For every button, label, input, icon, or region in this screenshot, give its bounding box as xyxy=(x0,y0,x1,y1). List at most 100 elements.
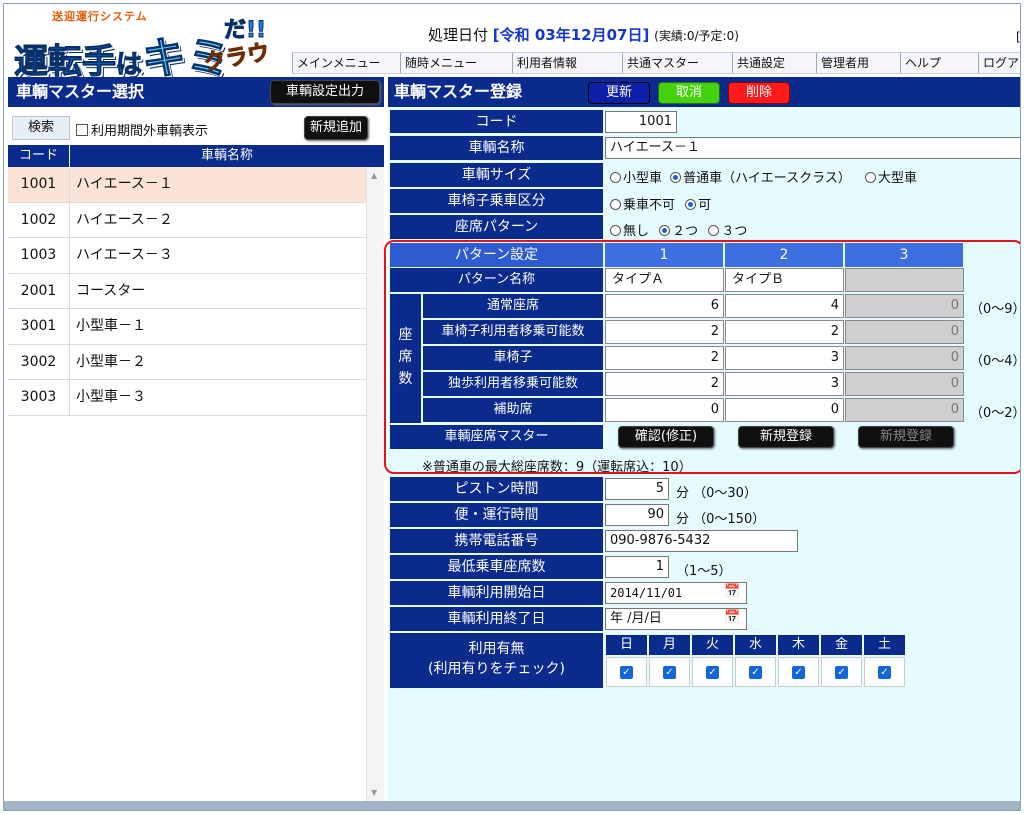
pattern-col-1: 1 xyxy=(605,243,723,267)
vehicle-row[interactable]: 2001 コースター xyxy=(8,273,370,309)
calendar-icon[interactable]: 📅 xyxy=(724,610,740,625)
day-sat-checkbox[interactable]: ✓ xyxy=(864,657,905,687)
show-out-of-period-option[interactable]: 利用期間外車輌表示 xyxy=(76,120,208,139)
normal-seat-2-input[interactable]: 4 xyxy=(725,294,844,318)
seat-master-label: 車輌座席マスター xyxy=(390,425,603,449)
seat-pattern-two[interactable]: ２つ xyxy=(659,224,698,239)
new-register-button-2[interactable]: 新規登録 xyxy=(738,426,834,448)
app-window: 送迎運行システム 運転手はキミ だ!! クラウド 処理日付 [令和 03年12月… xyxy=(3,3,1021,811)
max-seat-note: ※普通車の最大総座席数：9（運転席込：10） xyxy=(422,460,692,475)
normal-seat-1-input[interactable]: 6 xyxy=(605,294,724,318)
menu-help[interactable]: ヘルプ xyxy=(900,53,978,73)
aux-seat-range: （0～2） xyxy=(970,406,1021,421)
day-tue-checkbox[interactable]: ✓ xyxy=(692,657,733,687)
aux-seat-3-input: 0 xyxy=(845,398,964,422)
col-name: 車輌名称 xyxy=(200,148,253,163)
update-button[interactable]: 更新 xyxy=(588,82,650,104)
normal-seat-label: 通常座席 xyxy=(423,294,603,318)
run-time-input[interactable]: 90 xyxy=(605,504,669,526)
scroll-down-icon[interactable]: ▼ xyxy=(371,788,377,797)
aux-seat-2-input[interactable]: 0 xyxy=(725,398,844,422)
aux-seat-label: 補助席 xyxy=(423,398,603,422)
calendar-icon[interactable]: 📅 xyxy=(724,584,740,599)
check-icon[interactable]: ✓ xyxy=(749,666,762,679)
pattern-name-2-input[interactable]: タイプＢ xyxy=(725,268,844,292)
vehicle-list: 1001 ハイエース－１ 1002 ハイエース－２ 1003 ハイエース－３ 2001… xyxy=(8,167,370,416)
vehicle-row[interactable]: 3002 小型車－２ xyxy=(8,344,370,380)
size-option-small[interactable]: 小型車 xyxy=(610,171,662,186)
wheelchair-seat-2-input[interactable]: 3 xyxy=(725,346,844,370)
day-sun-checkbox[interactable]: ✓ xyxy=(606,657,647,687)
main-menubar: メインメニュー 随時メニュー 利用者情報 共通マスター 共通設定 管理者用 ヘル… xyxy=(292,52,1020,74)
day-wed-checkbox[interactable]: ✓ xyxy=(735,657,776,687)
wheelchair-option-no[interactable]: 乗車不可 xyxy=(610,198,675,213)
size-options: 小型車 普通車（ハイエースクラス） 大型車 xyxy=(610,167,917,186)
search-label: 検索 xyxy=(12,116,70,140)
vehicle-row[interactable]: 1001 ハイエース－１ xyxy=(8,167,370,203)
add-new-button[interactable]: 新規追加 xyxy=(304,116,368,140)
day-wed-header: 水 xyxy=(735,635,776,655)
confirm-edit-button[interactable]: 確認(修正) xyxy=(618,426,714,448)
wheelchair-options: 乗車不可 可 xyxy=(610,194,711,213)
piston-time-input[interactable]: 5 xyxy=(605,478,669,500)
menu-anytime[interactable]: 随時メニュー xyxy=(400,53,512,73)
seat-pattern-none[interactable]: 無し xyxy=(610,224,649,239)
vehicle-name-input[interactable]: ハイエース－１ xyxy=(605,137,1020,159)
processing-counts: (実績:0/予定:0) xyxy=(654,29,739,43)
min-seats-range: （1～5） xyxy=(676,564,732,579)
name-label: 車輌名称 xyxy=(390,136,603,161)
check-icon[interactable]: ✓ xyxy=(878,666,891,679)
wheelchair-option-yes[interactable]: 可 xyxy=(685,198,711,213)
cancel-button[interactable]: 取消 xyxy=(658,82,720,104)
phone-input[interactable]: 090-9876-5432 xyxy=(605,530,798,552)
seat-pattern-three[interactable]: ３つ xyxy=(708,224,747,239)
day-thu-checkbox[interactable]: ✓ xyxy=(778,657,819,687)
code-input[interactable]: 1001 xyxy=(605,111,677,133)
check-icon[interactable]: ✓ xyxy=(663,666,676,679)
pattern-name-1-input[interactable]: タイプＡ xyxy=(605,268,724,292)
menu-logout[interactable]: ログアウ xyxy=(978,53,1020,73)
vehicle-row[interactable]: 1003 ハイエース－３ xyxy=(8,238,370,274)
check-icon[interactable]: ✓ xyxy=(706,666,719,679)
wheelchair-transfer-1-input[interactable]: 2 xyxy=(605,320,724,344)
wheelchair-transfer-3-input: 0 xyxy=(845,320,964,344)
show-out-of-period-checkbox[interactable] xyxy=(76,124,88,136)
size-option-large[interactable]: 大型車 xyxy=(865,171,917,186)
day-sat-header: 土 xyxy=(864,635,905,655)
min-seats-input[interactable]: 1 xyxy=(605,556,669,578)
pattern-name-3-input xyxy=(845,268,964,292)
pattern-setting-label: パターン設定 xyxy=(390,243,603,267)
export-settings-button[interactable]: 車輌設定出力 xyxy=(270,80,380,104)
check-icon[interactable]: ✓ xyxy=(620,666,633,679)
usage-label: 利用有無 (利用有りをチェック) xyxy=(390,633,603,689)
walking-transfer-1-input[interactable]: 2 xyxy=(605,372,724,396)
seat-pattern-label: 座席パターン xyxy=(390,215,603,240)
scroll-up-icon[interactable]: ▲ xyxy=(371,171,377,180)
vehicle-row[interactable]: 3003 小型車－３ xyxy=(8,380,370,416)
start-date-label: 車輌利用開始日 xyxy=(390,581,603,606)
menu-common-master[interactable]: 共通マスター xyxy=(622,53,732,73)
menu-common-settings[interactable]: 共通設定 xyxy=(732,53,816,73)
aux-seat-1-input[interactable]: 0 xyxy=(605,398,724,422)
piston-time-label: ピストン時間 xyxy=(390,477,603,502)
delete-button[interactable]: 削除 xyxy=(728,82,790,104)
check-icon[interactable]: ✓ xyxy=(792,666,805,679)
menu-admin[interactable]: 管理者用 xyxy=(816,53,900,73)
check-icon[interactable]: ✓ xyxy=(835,666,848,679)
vehicle-row[interactable]: 1002 ハイエース－２ xyxy=(8,202,370,238)
vehicle-list-scrollbar[interactable]: ▲ ▼ xyxy=(366,167,384,801)
size-option-normal[interactable]: 普通車（ハイエースクラス） xyxy=(670,171,851,186)
wheelchair-transfer-2-input[interactable]: 2 xyxy=(725,320,844,344)
vehicle-row[interactable]: 3001 小型車－１ xyxy=(8,309,370,345)
wheelchair-seat-1-input[interactable]: 2 xyxy=(605,346,724,370)
run-time-unit: 分 （0～150） xyxy=(676,512,766,527)
menu-main[interactable]: メインメニュー xyxy=(292,53,400,73)
menu-users[interactable]: 利用者情報 xyxy=(512,53,622,73)
day-mon-checkbox[interactable]: ✓ xyxy=(649,657,690,687)
walking-transfer-2-input[interactable]: 3 xyxy=(725,372,844,396)
app-logo[interactable]: 送迎運行システム 運転手はキミ だ!! クラウド xyxy=(10,8,288,108)
day-tue-header: 火 xyxy=(692,635,733,655)
day-fri-checkbox[interactable]: ✓ xyxy=(821,657,862,687)
phone-label: 携帯電話番号 xyxy=(390,529,603,554)
seat-pattern-options: 無し ２つ ３つ xyxy=(610,220,747,239)
